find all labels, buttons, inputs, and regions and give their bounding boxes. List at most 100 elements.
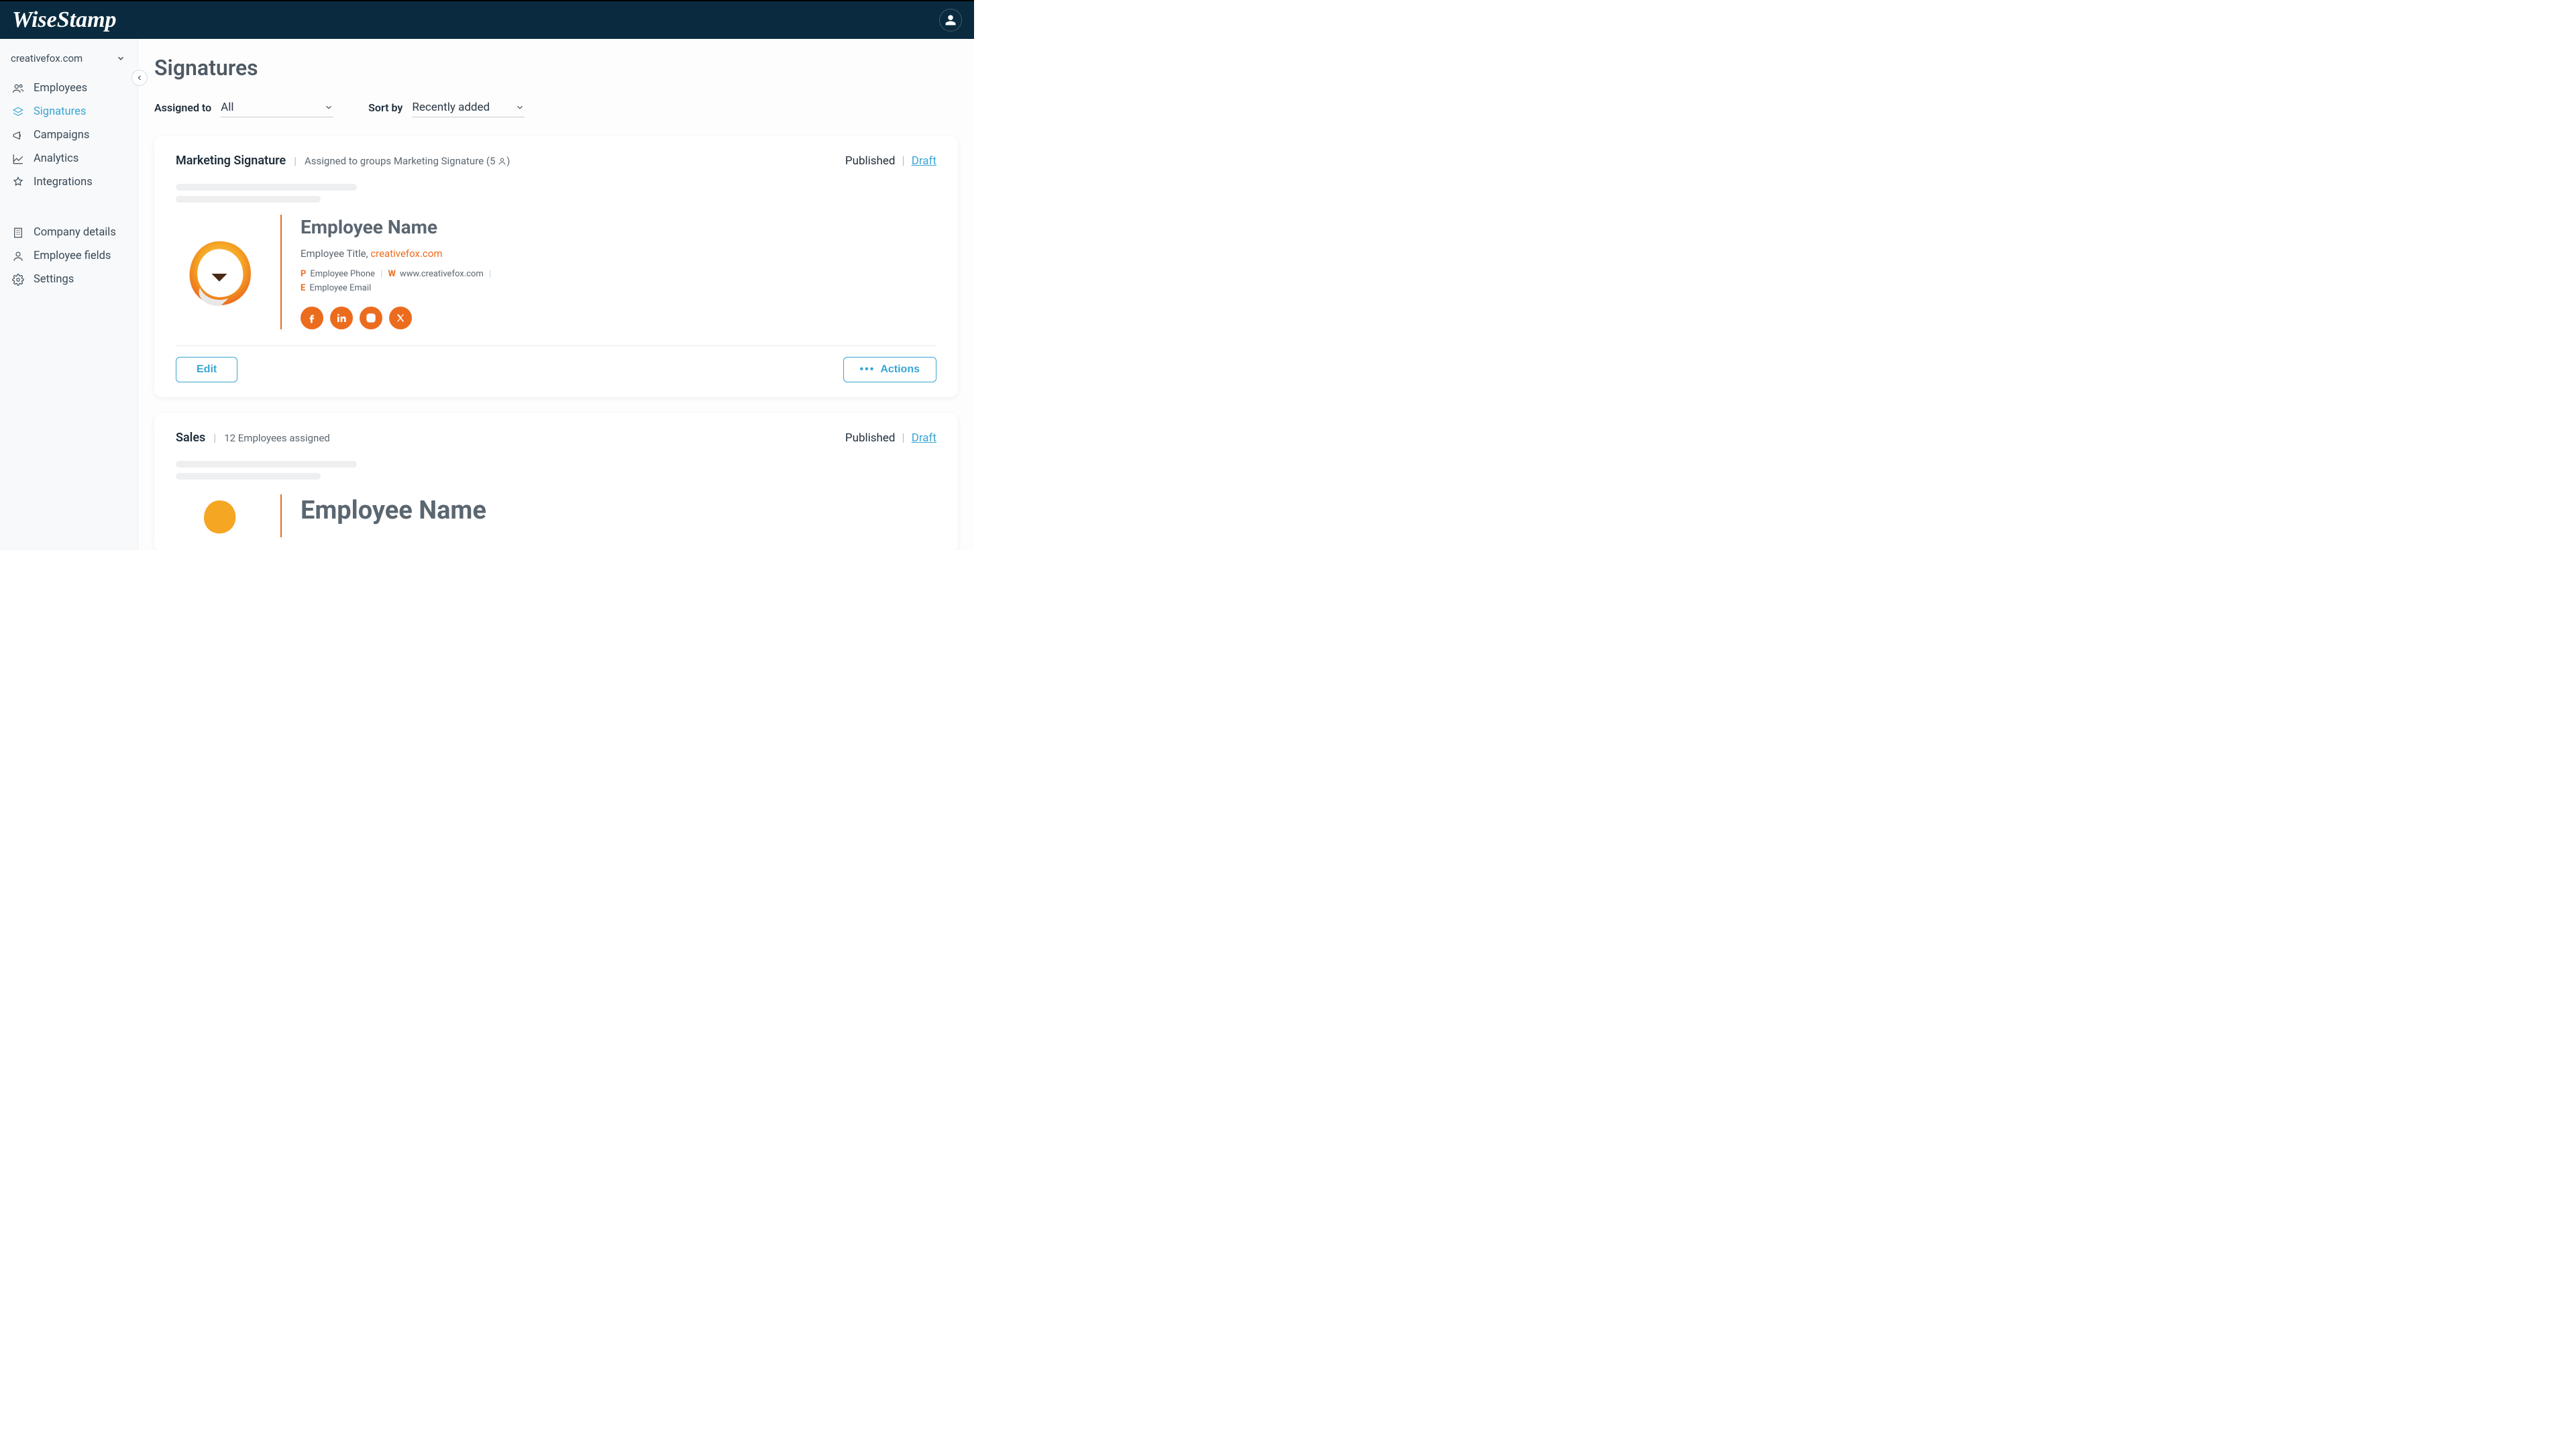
filter-sort-select[interactable]: Recently added	[412, 98, 525, 117]
card-header: Marketing Signature | Assigned to groups…	[176, 154, 936, 168]
card-header-right: Published | Draft	[845, 431, 936, 445]
collapse-sidebar-button[interactable]	[131, 70, 148, 86]
sidebar-item-label: Signatures	[34, 105, 86, 118]
edit-button[interactable]: Edit	[176, 357, 237, 382]
signature-logo-wrap	[176, 494, 263, 537]
phone-value: Employee Phone	[310, 269, 375, 279]
chevron-down-icon	[324, 102, 333, 115]
status-published: Published	[845, 431, 896, 445]
filter-sort-group: Sort by Recently added	[368, 98, 525, 117]
web-label: W	[388, 269, 396, 279]
meta-separator: |	[902, 154, 905, 168]
signature-name: Marketing Signature	[176, 154, 286, 168]
detail-line-email: E Employee Email	[301, 283, 494, 293]
signature-logo-wrap	[176, 215, 263, 329]
chevron-left-icon	[136, 74, 144, 82]
company-logo-icon	[180, 235, 258, 313]
page-title: Signatures	[154, 55, 958, 80]
card-footer: Edit ••• Actions	[176, 345, 936, 382]
filter-row: Assigned to All Sort by Recently added	[154, 98, 958, 117]
top-bar: WiseStamp	[0, 0, 974, 39]
social-x[interactable]	[389, 307, 412, 329]
more-icon: •••	[860, 364, 875, 376]
status-published: Published	[845, 154, 896, 168]
signature-divider	[280, 494, 282, 537]
org-name: creativefox.com	[11, 52, 83, 64]
sidebar-item-company-details[interactable]: Company details	[0, 221, 138, 244]
employee-domain: creativefox.com	[370, 248, 442, 260]
signature-meta: 12 Employees assigned	[224, 432, 330, 444]
linkedin-icon	[336, 313, 347, 323]
signature-name: Sales	[176, 431, 205, 445]
org-switcher[interactable]: creativefox.com	[0, 47, 138, 74]
chart-icon	[11, 153, 25, 165]
social-linkedin[interactable]	[330, 307, 353, 329]
meta-separator: |	[902, 431, 905, 445]
layers-icon	[11, 106, 25, 118]
card-header-left: Marketing Signature | Assigned to groups…	[176, 154, 510, 168]
status-draft-link[interactable]: Draft	[912, 154, 936, 168]
meta-separator: |	[213, 431, 216, 444]
detail-line-phone-web: PEmployee Phone | Wwww.creativefox.com |	[301, 269, 494, 279]
account-menu-button[interactable]	[939, 9, 962, 32]
skeleton-line	[176, 461, 357, 468]
sidebar-item-label: Campaigns	[34, 129, 89, 142]
sidebar-item-signatures[interactable]: Signatures	[0, 100, 138, 123]
facebook-icon	[307, 313, 317, 323]
filter-assigned-select[interactable]: All	[221, 98, 333, 117]
signature-fields: Employee Name Employee Title, creativefo…	[299, 215, 494, 329]
employee-name: Employee Name	[301, 216, 494, 238]
filter-assigned-label: Assigned to	[154, 101, 211, 114]
employee-title-row: Employee Title, creativefox.com	[301, 248, 494, 260]
user-icon	[11, 250, 25, 262]
sidebar-item-settings[interactable]: Settings	[0, 268, 138, 291]
sidebar-item-campaigns[interactable]: Campaigns	[0, 123, 138, 147]
signature-card: Sales | 12 Employees assigned Published …	[154, 413, 958, 550]
sidebar-item-analytics[interactable]: Analytics	[0, 147, 138, 170]
social-instagram[interactable]	[360, 307, 382, 329]
user-icon	[945, 14, 957, 26]
skeleton-line	[176, 184, 357, 191]
signature-fields: Employee Name	[299, 494, 486, 537]
sidebar: creativefox.com Employees Signatures Cam…	[0, 39, 138, 550]
gear-icon	[11, 274, 25, 286]
filter-assigned-value: All	[221, 101, 233, 114]
company-logo-icon	[189, 497, 250, 537]
signature-preview: Employee Name	[176, 494, 936, 537]
card-header-left: Sales | 12 Employees assigned	[176, 431, 330, 445]
email-value: Employee Email	[309, 283, 371, 293]
filter-assigned-group: Assigned to All	[154, 98, 333, 117]
sidebar-item-label: Integrations	[34, 176, 93, 189]
user-icon	[498, 157, 506, 166]
employee-name: Employee Name	[301, 496, 486, 525]
x-icon	[396, 313, 405, 323]
actions-button[interactable]: ••• Actions	[843, 357, 936, 382]
filter-sort-value: Recently added	[412, 101, 490, 114]
sidebar-item-employee-fields[interactable]: Employee fields	[0, 244, 138, 268]
social-facebook[interactable]	[301, 307, 323, 329]
sidebar-item-label: Employees	[34, 82, 87, 95]
signature-card: Marketing Signature | Assigned to groups…	[154, 136, 958, 397]
sidebar-item-integrations[interactable]: Integrations	[0, 170, 138, 194]
main-content: Signatures Assigned to All Sort by Recen…	[138, 39, 974, 550]
skeleton-line	[176, 473, 321, 480]
megaphone-icon	[11, 129, 25, 142]
actions-label: Actions	[880, 364, 920, 376]
sidebar-nav: Employees Signatures Campaigns Analytics…	[0, 74, 138, 291]
detail-separator: |	[380, 269, 382, 279]
signature-meta: Assigned to groups Marketing Signature (…	[305, 155, 510, 167]
web-value: www.creativefox.com	[400, 269, 484, 279]
detail-separator: |	[489, 269, 491, 279]
employee-title: Employee Title,	[301, 248, 370, 260]
sidebar-item-employees[interactable]: Employees	[0, 76, 138, 100]
card-header-right: Published | Draft	[845, 154, 936, 168]
social-row	[301, 307, 494, 329]
status-draft-link[interactable]: Draft	[912, 431, 936, 445]
skeleton-line	[176, 196, 321, 203]
sidebar-item-label: Settings	[34, 273, 74, 286]
signature-divider	[280, 215, 282, 329]
signature-preview: Employee Name Employee Title, creativefo…	[176, 215, 936, 329]
card-header: Sales | 12 Employees assigned Published …	[176, 431, 936, 445]
meta-separator: |	[294, 154, 297, 167]
email-label: E	[301, 283, 305, 293]
